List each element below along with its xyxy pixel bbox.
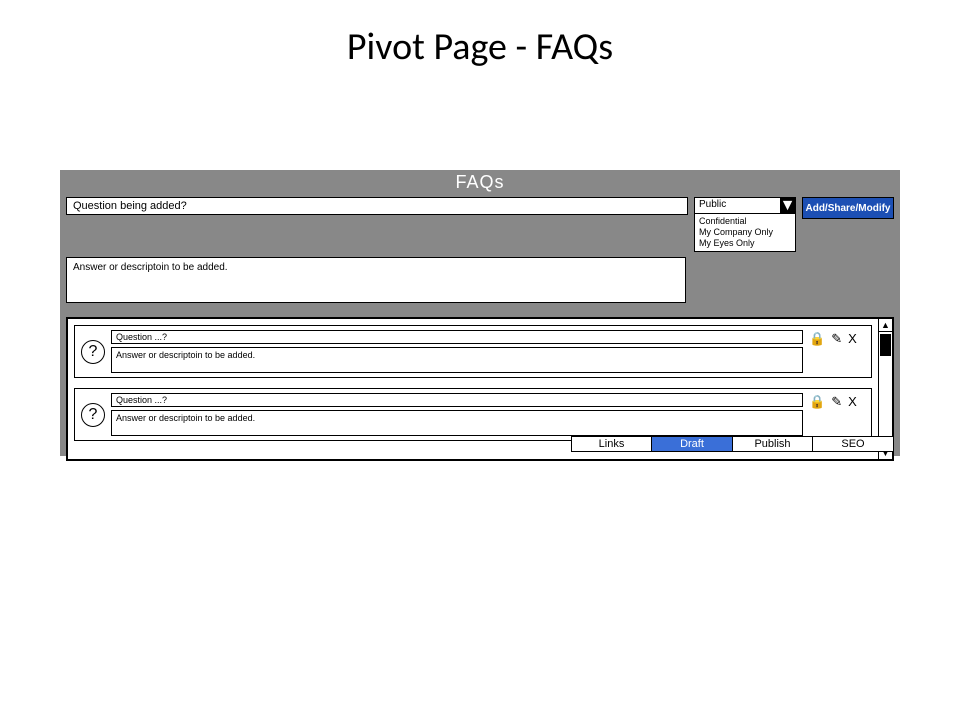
answer-input[interactable]: Answer or descriptoin to be added. xyxy=(66,257,686,303)
visibility-options[interactable]: Confidential My Company Only My Eyes Onl… xyxy=(694,214,796,252)
faq-fields: Question ...? Answer or descriptoin to b… xyxy=(111,330,803,373)
tab-seo[interactable]: SEO xyxy=(812,436,894,452)
panel-title: FAQs xyxy=(60,170,900,197)
tab-links[interactable]: Links xyxy=(571,436,653,452)
delete-icon[interactable]: X xyxy=(848,394,857,409)
tabs: Links Draft Publish SEO xyxy=(572,436,894,452)
add-row: Question being added? Public ▼ Confident… xyxy=(60,197,900,252)
tab-publish[interactable]: Publish xyxy=(732,436,814,452)
question-icon: ? xyxy=(81,340,105,364)
faq-answer-field[interactable]: Answer or descriptoin to be added. xyxy=(111,410,803,436)
visibility-select[interactable]: Public ▼ xyxy=(694,197,796,214)
faq-row: ? Question ...? Answer or descriptoin to… xyxy=(74,325,872,378)
faq-row: ? Question ...? Answer or descriptoin to… xyxy=(74,388,872,441)
edit-icon[interactable]: ✎ xyxy=(831,394,842,410)
faq-answer-field[interactable]: Answer or descriptoin to be added. xyxy=(111,347,803,373)
scroll-track[interactable] xyxy=(879,332,892,446)
faqs-panel: FAQs Question being added? Public ▼ Conf… xyxy=(60,170,900,456)
page-title: Pivot Page - FAQs xyxy=(0,0,960,70)
visibility-option[interactable]: My Company Only xyxy=(699,227,791,238)
scroll-thumb[interactable] xyxy=(880,334,891,356)
row-actions: 🔒 ✎ X xyxy=(809,393,865,436)
chevron-down-icon: ▼ xyxy=(780,198,795,213)
faq-question-field[interactable]: Question ...? xyxy=(111,393,803,407)
faq-question-field[interactable]: Question ...? xyxy=(111,330,803,344)
add-share-modify-button[interactable]: Add/Share/Modify xyxy=(802,197,894,219)
row-actions: 🔒 ✎ X xyxy=(809,330,865,373)
visibility-option[interactable]: Confidential xyxy=(699,216,791,227)
lock-icon[interactable]: 🔒 xyxy=(809,394,825,410)
delete-icon[interactable]: X xyxy=(848,331,857,346)
lock-icon[interactable]: 🔒 xyxy=(809,331,825,347)
question-input[interactable]: Question being added? xyxy=(66,197,688,215)
faq-fields: Question ...? Answer or descriptoin to b… xyxy=(111,393,803,436)
question-icon: ? xyxy=(81,403,105,427)
edit-icon[interactable]: ✎ xyxy=(831,331,842,347)
scroll-up-icon[interactable]: ▲ xyxy=(879,319,892,332)
visibility-selected: Public xyxy=(695,198,780,213)
visibility-option[interactable]: My Eyes Only xyxy=(699,238,791,249)
tab-draft[interactable]: Draft xyxy=(651,436,733,452)
visibility-select-stack: Public ▼ Confidential My Company Only My… xyxy=(694,197,796,252)
